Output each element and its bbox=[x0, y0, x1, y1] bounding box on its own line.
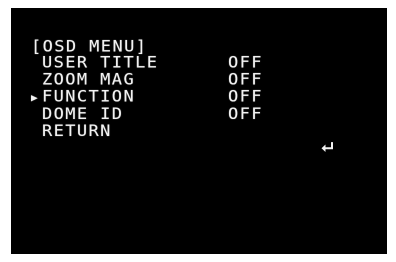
menu-item-label: ZOOM MAG bbox=[42, 70, 136, 90]
menu-item-label: RETURN bbox=[42, 121, 112, 141]
menu-item-label: DOME ID bbox=[42, 104, 124, 124]
osd-menu: [OSD MENU] USER TITLE OFF ZOOM MAG OFF ▶… bbox=[31, 39, 334, 153]
menu-item-value: OFF bbox=[228, 53, 263, 73]
menu-item-label: FUNCTION bbox=[42, 87, 136, 107]
menu-item-value: OFF bbox=[228, 70, 263, 90]
menu-item-value: OFF bbox=[228, 104, 263, 124]
menu-item-value bbox=[228, 124, 335, 172]
selection-cursor-icon: ▶ bbox=[31, 91, 40, 104]
menu-item-label: USER TITLE bbox=[42, 53, 159, 73]
osd-screen: [OSD MENU] USER TITLE OFF ZOOM MAG OFF ▶… bbox=[11, 8, 387, 254]
return-arrow-icon bbox=[321, 142, 334, 153]
menu-item-value: OFF bbox=[228, 87, 263, 107]
menu-item-return[interactable]: RETURN bbox=[31, 121, 334, 153]
